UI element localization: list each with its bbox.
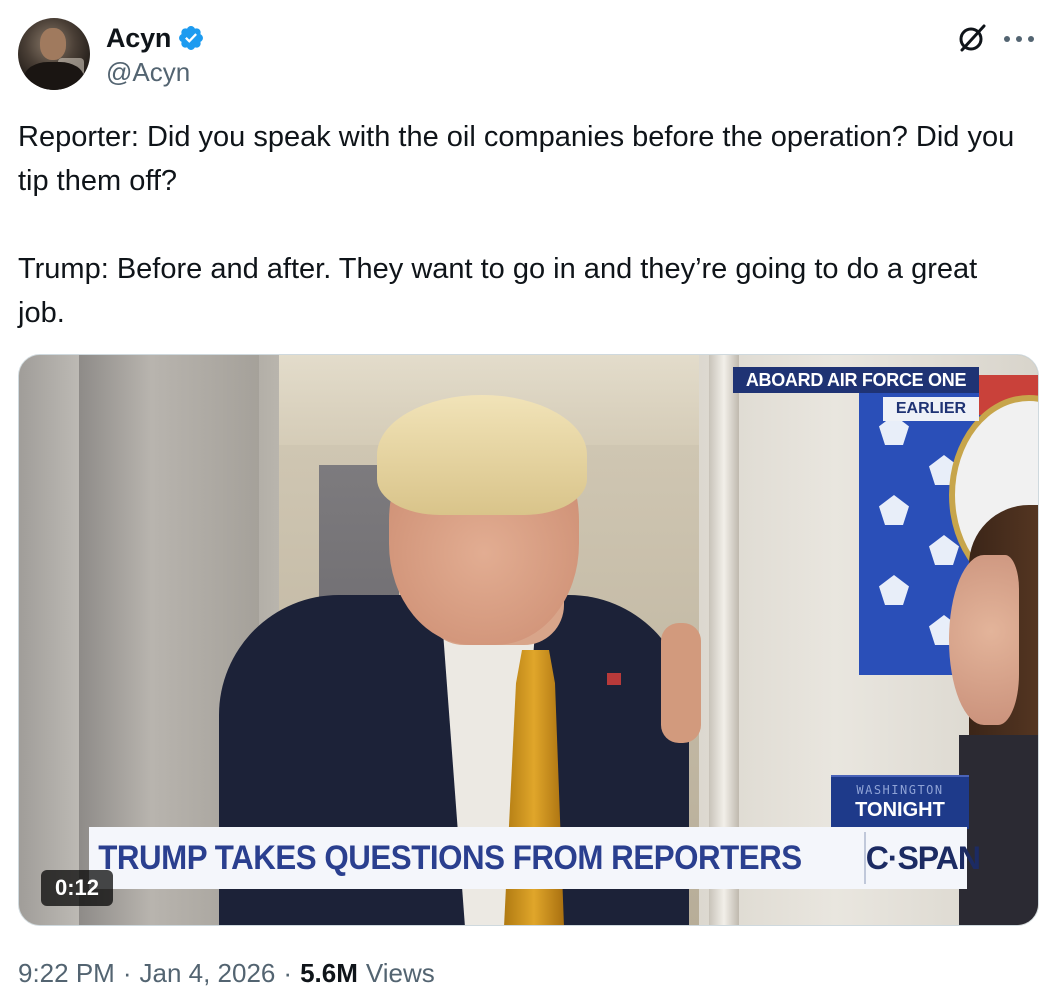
news-chyron: TRUMP TAKES QUESTIONS FROM REPORTERS C·S… [89,827,981,889]
tweet-text: Reporter: Did you speak with the oil com… [18,121,1015,329]
video-duration-badge: 0:12 [41,870,114,906]
views-label: Views [365,958,435,988]
views-count: 5.6M [300,958,358,988]
author-name-row: Acyn [106,20,205,56]
author-avatar[interactable] [18,18,90,90]
show-small-label: WASHINGTON [856,783,944,797]
tweet-time[interactable]: 9:22 PM [18,958,115,989]
author-handle[interactable]: @Acyn [106,57,190,88]
tweet-metadata: 9:22 PM · Jan 4, 2026 · 5.6M Views [18,958,435,989]
verified-badge-icon [179,26,204,50]
location-label: ABOARD AIR FORCE ONE [733,367,979,393]
network-logo: C·SPAN [863,832,981,884]
author-display-name[interactable]: Acyn [106,23,171,54]
video-player[interactable]: ABOARD AIR FORCE ONE EARLIER WASHINGTON … [18,354,1039,926]
chyron-text: TRUMP TAKES QUESTIONS FROM REPORTERS [98,838,802,877]
more-options-icon[interactable] [1004,36,1034,44]
flag-pin [607,673,621,685]
location-sublabel: EARLIER [883,397,979,421]
grok-icon[interactable] [956,22,988,54]
tweet-date[interactable]: Jan 4, 2026 [140,958,276,989]
show-tag: WASHINGTON TONIGHT [831,775,969,829]
show-name: TONIGHT [855,799,945,821]
